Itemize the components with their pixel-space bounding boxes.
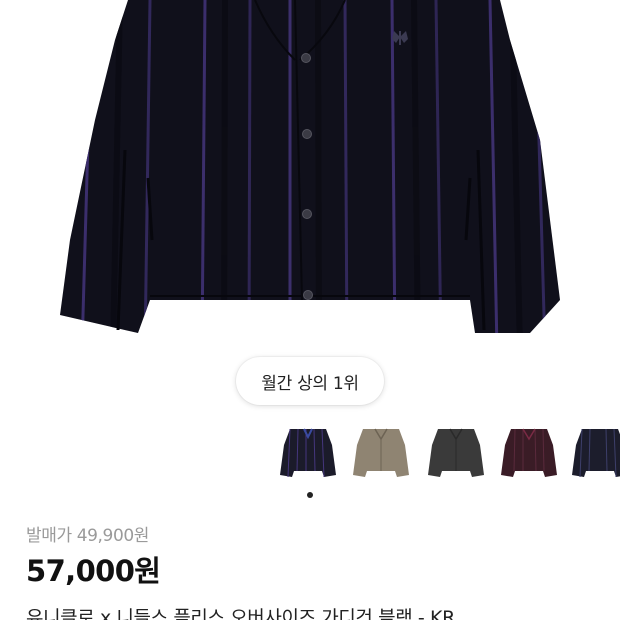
variant-thumb-black-stripe[interactable] [280, 425, 336, 481]
sale-price: 57,000원 [26, 554, 161, 588]
original-price: 발매가 49,900원 [26, 526, 150, 546]
ranking-badge[interactable]: 월간 상의 1위 [236, 357, 384, 405]
variant-thumb-burgundy[interactable] [501, 425, 557, 481]
carousel-dot-icon [307, 492, 313, 498]
variant-thumb-navy-stripe[interactable] [572, 425, 620, 481]
product-title: 유니클로 x 니들스 플리스 오버사이즈 가디건 블랙 - KR [26, 607, 455, 620]
jacket-illustration [60, 0, 560, 333]
color-variant-gallery [280, 425, 620, 481]
variant-thumb-beige[interactable] [353, 425, 409, 481]
ranking-badge-label: 월간 상의 1위 [261, 373, 359, 394]
product-hero-image [0, 0, 620, 350]
variant-thumb-charcoal[interactable] [428, 425, 484, 481]
